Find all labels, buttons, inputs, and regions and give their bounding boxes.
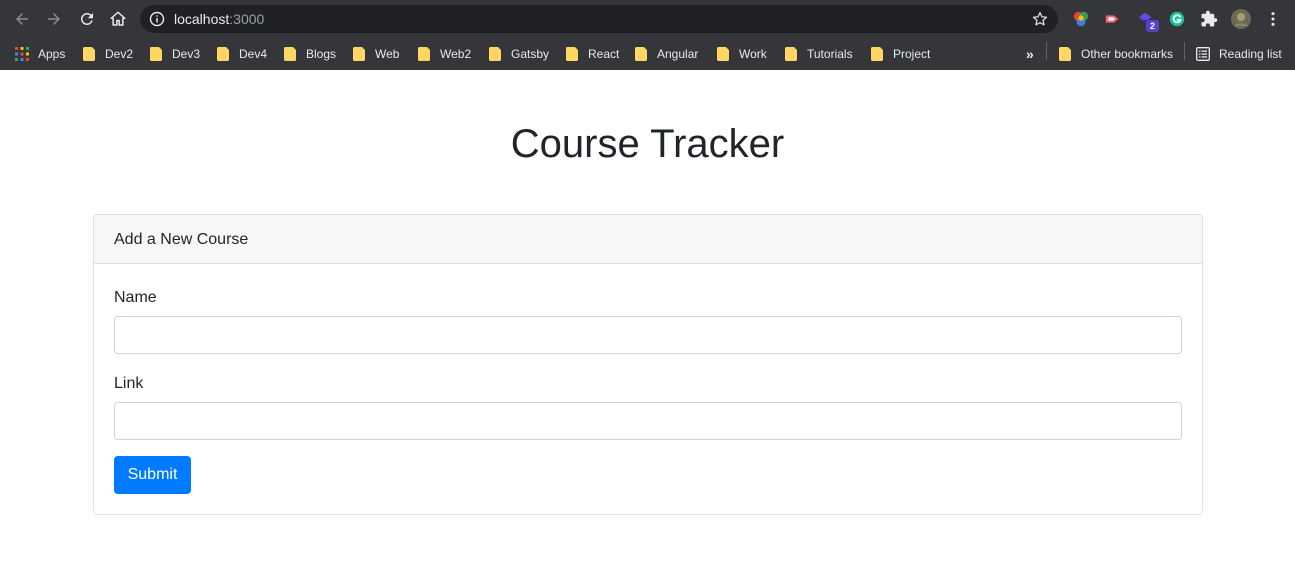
bookmark-label: Dev3 xyxy=(172,47,201,61)
reload-button[interactable] xyxy=(75,7,99,31)
card-header: Add a New Course xyxy=(94,215,1202,264)
bookmark-folder-dev2[interactable]: Dev2 xyxy=(83,43,133,65)
bookmark-folder-dev4[interactable]: Dev4 xyxy=(217,43,267,65)
bookmarks-divider xyxy=(1184,42,1185,60)
arrow-left-icon xyxy=(16,13,28,25)
reading-list-button[interactable]: Reading list xyxy=(1196,43,1282,65)
bookmark-label: Web xyxy=(375,47,400,61)
bookmark-label: Reading list xyxy=(1219,47,1282,61)
bookmark-folder-web2[interactable]: Web2 xyxy=(418,43,471,65)
bookmark-label: Tutorials xyxy=(807,47,853,61)
browser-menu-button[interactable] xyxy=(1263,9,1283,29)
bookmark-label: Angular xyxy=(657,47,699,61)
extension-badge: 2 xyxy=(1146,20,1159,32)
bookmark-folder-tutorials[interactable]: Tutorials xyxy=(785,43,853,65)
bookmark-folder-blogs[interactable]: Blogs xyxy=(284,43,336,65)
home-icon xyxy=(110,11,126,26)
forward-button[interactable] xyxy=(42,7,66,31)
home-button[interactable] xyxy=(106,7,130,31)
kebab-menu-icon xyxy=(1271,12,1275,26)
bookmarks-overflow-button[interactable]: » xyxy=(1026,43,1034,65)
back-button[interactable] xyxy=(10,7,34,31)
bookmarks-divider xyxy=(1046,42,1047,60)
bookmark-label: Other bookmarks xyxy=(1081,47,1174,61)
bookmark-label: Dev4 xyxy=(239,47,268,61)
folder-icon xyxy=(785,47,797,61)
avatar-icon xyxy=(1231,9,1251,29)
profile-avatar[interactable] xyxy=(1231,9,1251,29)
link-label: Link xyxy=(114,375,144,392)
other-bookmarks-folder[interactable]: Other bookmarks xyxy=(1059,43,1173,65)
bookmark-label: Project xyxy=(893,47,931,61)
folder-icon xyxy=(566,47,578,61)
color-wheel-icon xyxy=(1073,11,1089,27)
folder-icon xyxy=(284,47,296,61)
arrow-right-icon xyxy=(48,13,60,25)
browser-chrome: localhost:3000 2 Apps Dev2 Dev3 Dev4 Blo… xyxy=(0,0,1295,70)
url-port: :3000 xyxy=(229,11,265,27)
bookmark-folder-react[interactable]: React xyxy=(566,43,619,65)
folder-icon xyxy=(418,47,430,61)
folder-icon xyxy=(83,47,95,61)
bookmark-label: Blogs xyxy=(306,47,337,61)
bookmark-label: Web2 xyxy=(440,47,472,61)
apps-grid-icon xyxy=(15,47,29,61)
bookmark-label: Apps xyxy=(38,47,66,61)
submit-button[interactable]: Submit xyxy=(114,456,191,494)
add-course-card: Add a New Course Name Link Submit xyxy=(93,214,1203,515)
folder-icon xyxy=(635,47,647,61)
puzzle-icon xyxy=(1201,10,1218,27)
link-input[interactable] xyxy=(114,402,1182,440)
url-text[interactable]: localhost:3000 xyxy=(174,11,264,27)
folder-icon xyxy=(489,47,501,61)
color-picker-extension-icon[interactable] xyxy=(1071,9,1091,29)
bookmark-apps[interactable]: Apps xyxy=(15,43,65,65)
reading-list-icon xyxy=(1196,47,1210,61)
bookmark-label: Gatsby xyxy=(511,47,550,61)
grammarly-extension-icon[interactable] xyxy=(1167,9,1187,29)
bookmark-label: React xyxy=(588,47,620,61)
info-icon[interactable] xyxy=(149,11,165,27)
bookmark-folder-gatsby[interactable]: Gatsby xyxy=(489,43,549,65)
name-label: Name xyxy=(114,289,157,306)
folder-icon xyxy=(150,47,162,61)
bookmark-label: Dev2 xyxy=(105,47,134,61)
chevron-double-right-icon: » xyxy=(1026,46,1034,62)
clipper-extension-icon[interactable] xyxy=(1103,9,1123,29)
grammarly-icon xyxy=(1169,11,1185,27)
folder-icon xyxy=(717,47,729,61)
bookmark-folder-dev3[interactable]: Dev3 xyxy=(150,43,200,65)
extensions-button[interactable] xyxy=(1199,9,1219,29)
browser-toolbar: localhost:3000 2 xyxy=(0,0,1295,38)
reload-icon xyxy=(80,12,93,25)
bookmark-label: Work xyxy=(739,47,767,61)
folder-icon xyxy=(353,47,365,61)
card-header-title: Add a New Course xyxy=(114,231,249,248)
bookmark-folder-web[interactable]: Web xyxy=(353,43,399,65)
bookmark-star-icon[interactable] xyxy=(1031,10,1049,28)
url-host: localhost xyxy=(174,11,230,27)
folder-icon xyxy=(871,47,883,61)
bookmark-folder-work[interactable]: Work xyxy=(717,43,767,65)
bookmark-folder-project[interactable]: Project xyxy=(871,43,930,65)
folder-icon xyxy=(1059,47,1071,61)
address-bar[interactable]: localhost:3000 xyxy=(140,5,1058,33)
page-title: Course Tracker xyxy=(510,122,785,166)
bookmark-folder-angular[interactable]: Angular xyxy=(635,43,698,65)
folder-icon xyxy=(217,47,229,61)
bookmarks-bar: Apps Dev2 Dev3 Dev4 Blogs Web Web2 Gatsb… xyxy=(0,38,1295,70)
name-input[interactable] xyxy=(114,316,1182,354)
video-arrow-icon xyxy=(1105,15,1119,23)
